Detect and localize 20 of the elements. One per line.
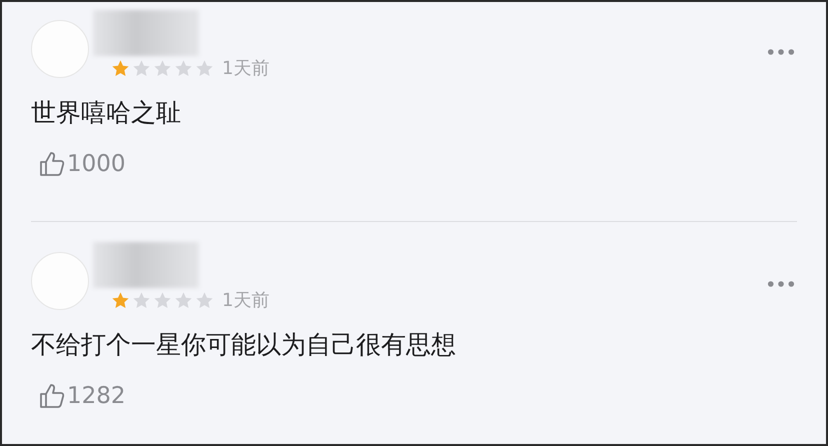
star-icon (174, 58, 193, 78)
star-icon (153, 290, 172, 310)
thumbs-up-icon[interactable] (39, 383, 65, 409)
star-icon (195, 290, 214, 310)
star-icon (111, 58, 130, 78)
more-options-icon[interactable] (767, 48, 795, 56)
star-icon (132, 290, 151, 310)
star-icon (132, 58, 151, 78)
thumbs-up-icon[interactable] (39, 151, 65, 177)
like-count: 1282 (67, 383, 126, 409)
comment-text: 世界嘻哈之耻 (31, 97, 182, 129)
like-count: 1000 (67, 151, 126, 177)
star-icon (195, 58, 214, 78)
comment-time: 1天前 (222, 289, 270, 312)
comment-time: 1天前 (222, 57, 270, 80)
more-options-icon[interactable] (767, 280, 795, 288)
star-icon (111, 290, 130, 310)
star-icon (153, 58, 172, 78)
star-icon (174, 290, 193, 310)
comment-text: 不给打个一星你可能以为自己很有思想 (31, 329, 457, 361)
